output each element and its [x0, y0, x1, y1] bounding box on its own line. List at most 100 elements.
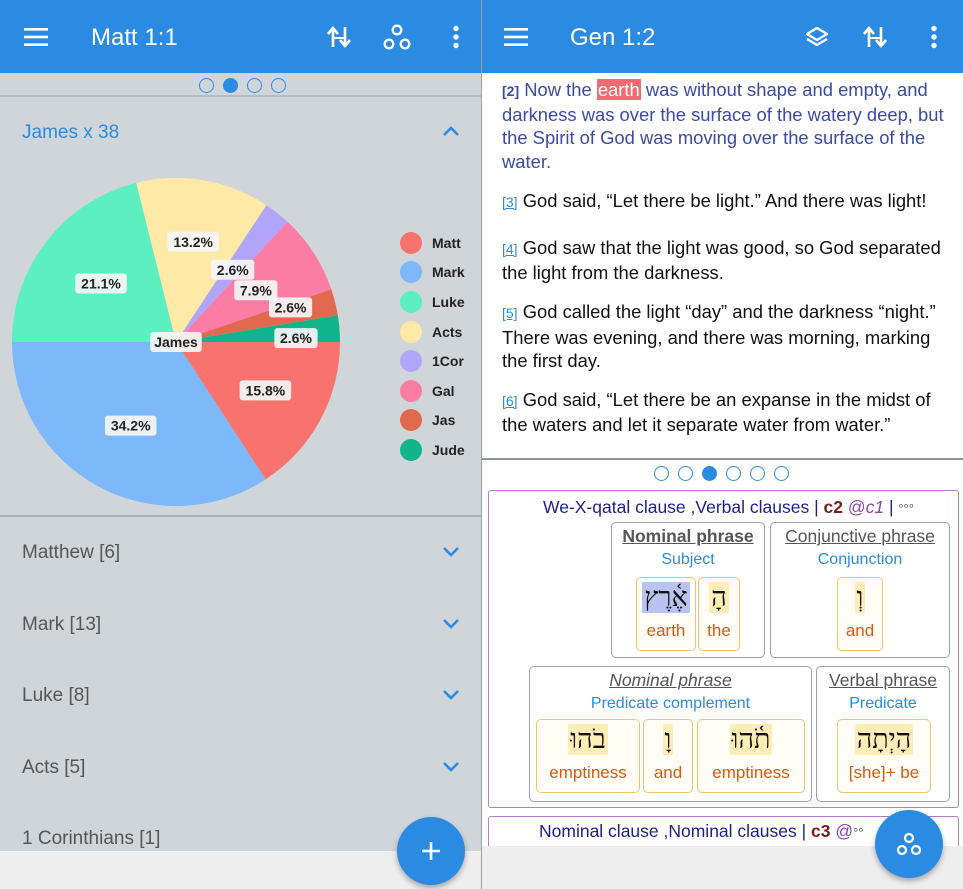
word-gloss: [she]+ be [848, 763, 920, 782]
expand-button[interactable] [441, 760, 461, 779]
clause-reference[interactable]: c1 [866, 497, 884, 517]
pie-slice-label: 2.6% [268, 297, 313, 318]
highlighted-word[interactable]: earth [596, 79, 641, 100]
pie-slice-label: 7.9% [234, 280, 278, 301]
clause-at: @ [835, 821, 854, 841]
add-fab[interactable] [397, 817, 465, 885]
phrase-predicate[interactable]: Verbal phrase Predicate הָיְתָה [she]+ b… [816, 666, 950, 802]
word-and[interactable]: וְ and [837, 577, 883, 651]
verse-number[interactable]: [5] [502, 305, 518, 321]
verse-number[interactable]: [3] [502, 194, 518, 210]
pager-dot[interactable] [223, 78, 238, 93]
pie-slice-label: 13.2% [167, 231, 219, 252]
pie-slice-label-text: 2.6% [217, 262, 249, 278]
book-row[interactable]: Matthew [6] [0, 517, 481, 588]
verse-number[interactable]: [4] [502, 241, 518, 257]
expand-button[interactable] [441, 688, 461, 707]
word-be[interactable]: הָיְתָה [she]+ be [837, 719, 931, 793]
verse-2[interactable]: [2] Now the earth was without shape and … [502, 78, 947, 173]
hebrew-word: תֹ֫הוּ [729, 724, 773, 755]
verse-number[interactable]: [6] [502, 393, 518, 409]
word-emptiness[interactable]: בֹהוּ emptiness [536, 719, 640, 793]
word-gloss: earth [646, 621, 686, 640]
phrase-subject[interactable]: Nominal phrase Subject אֶ֫רֶץ earth הָ t… [611, 522, 765, 658]
verse-text: Now the [524, 79, 597, 100]
legend-label: Jas [432, 412, 456, 429]
legend-label: Jude [432, 441, 465, 458]
pie-card-heading[interactable]: James x 38 [22, 122, 119, 144]
pie-slice-label-text: 2.6% [280, 330, 312, 346]
verse-number[interactable]: [2] [502, 83, 519, 99]
more-vertical-icon [931, 25, 937, 49]
legend-item: 1Cor [400, 346, 465, 376]
legend-label: 1Cor [432, 353, 464, 370]
right-page-title[interactable]: Gen 1:2 [570, 24, 655, 52]
clause-at: @ [847, 497, 866, 517]
pie-slice-label: 34.2% [104, 415, 157, 436]
sync-button-right[interactable] [860, 22, 890, 52]
pager-dot[interactable] [271, 78, 286, 93]
word-earth[interactable]: אֶ֫רֶץ earth [636, 577, 696, 651]
book-row[interactable]: Mark [13] [0, 589, 481, 660]
expand-button[interactable] [441, 545, 461, 564]
legend-item: Luke [400, 287, 465, 317]
verse-5[interactable]: [5] God called the light “day” and the d… [502, 300, 947, 372]
book-label: Acts [5] [22, 756, 86, 778]
clause-type: Nominal clause ,Nominal clauses [539, 821, 797, 841]
clause-separator: | [884, 497, 899, 517]
plus-icon [422, 842, 440, 860]
pager-dot[interactable] [678, 466, 693, 481]
more-options-button[interactable] [441, 22, 471, 52]
word-and[interactable]: וָ and [643, 719, 693, 793]
clause-title[interactable]: Nominal clause ,Nominal clauses | c3 @°° [539, 821, 864, 842]
chevron-down-icon [443, 690, 459, 700]
legend-swatch [400, 350, 422, 373]
verse-3[interactable]: [3] God said, “Let there be light.” And … [502, 189, 947, 214]
pager-dot[interactable] [702, 466, 717, 481]
share-fab[interactable] [875, 810, 943, 878]
left-page-title[interactable]: Matt 1:1 [91, 24, 178, 52]
pager-dots-right[interactable] [654, 466, 789, 481]
legend-item: Jas [400, 406, 465, 436]
sync-button[interactable] [324, 22, 354, 52]
collapse-button[interactable] [441, 124, 461, 143]
legend-swatch [400, 379, 422, 402]
section-divider [482, 458, 963, 460]
legend-swatch [400, 320, 422, 343]
phrase-predicate-complement[interactable]: Nominal phrase Predicate complement בֹהו… [529, 666, 812, 802]
pager-dots[interactable] [199, 78, 286, 93]
expand-button[interactable] [441, 617, 461, 636]
share-button[interactable] [382, 22, 412, 52]
phrase-conjunction[interactable]: Conjunctive phrase Conjunction וְ and [770, 522, 950, 658]
chevron-down-icon [443, 761, 459, 772]
clause-box-c2[interactable]: We-X-qatal clause ,Verbal clauses | c2 @… [488, 490, 959, 808]
clause-more[interactable]: °° [853, 825, 863, 840]
pie-center-label-text: James [154, 334, 198, 350]
clause-more[interactable]: °°° [898, 501, 914, 516]
pager-dot[interactable] [750, 466, 765, 481]
clause-separator: | [809, 497, 824, 517]
menu-button-right[interactable] [501, 22, 531, 52]
pager-dot[interactable] [726, 466, 741, 481]
sync-arrows-icon [863, 25, 887, 49]
pager-dot[interactable] [654, 466, 669, 481]
pie-slice-label-text: 2.6% [275, 299, 307, 315]
clause-title[interactable]: We-X-qatal clause ,Verbal clauses | c2 @… [543, 497, 914, 518]
pie-slice-label-text: 34.2% [111, 418, 151, 434]
legend-label: Luke [432, 293, 465, 310]
pager-dot[interactable] [774, 466, 789, 481]
clause-type: We-X-qatal clause ,Verbal clauses [543, 497, 810, 517]
verse-6[interactable]: [6] God said, “Let there be an expanse i… [502, 388, 947, 436]
layers-button[interactable] [802, 22, 832, 52]
word-the[interactable]: הָ the [698, 577, 740, 651]
menu-button[interactable] [21, 22, 51, 52]
book-row[interactable]: Acts [5] [0, 732, 481, 803]
more-options-button-right[interactable] [919, 22, 949, 52]
word-emptiness-2[interactable]: תֹ֫הוּ emptiness [697, 719, 805, 793]
verse-4[interactable]: [4] God saw that the light was good, so … [502, 236, 947, 284]
book-label: Matthew [6] [22, 542, 121, 563]
book-row[interactable]: Luke [8] [0, 660, 481, 731]
pager-dot[interactable] [199, 78, 214, 93]
pager-dot[interactable] [247, 78, 262, 93]
legend-label: Gal [432, 382, 455, 399]
